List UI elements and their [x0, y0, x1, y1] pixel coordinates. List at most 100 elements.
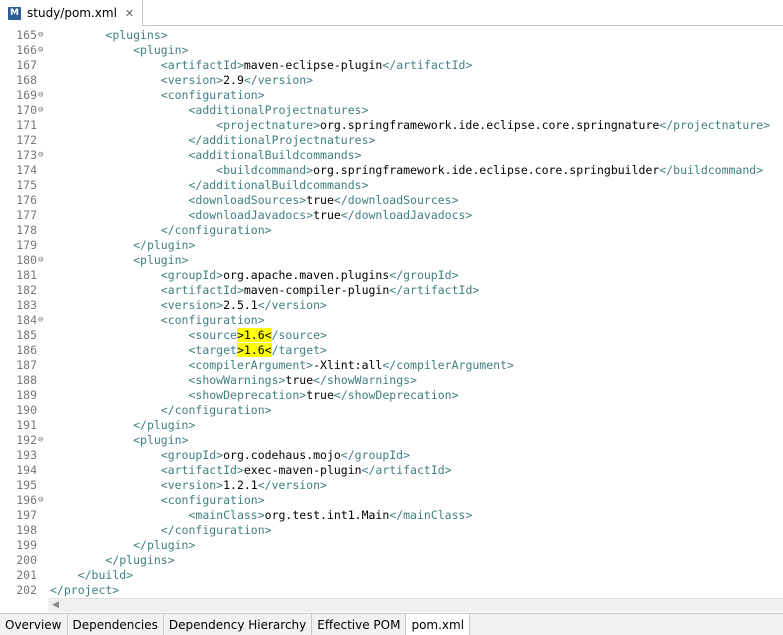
code-line[interactable]: 182 <artifactId>maven-compiler-plugin</a…: [0, 283, 783, 298]
code-line[interactable]: 196 ⊖ <configuration>: [0, 493, 783, 508]
close-icon[interactable]: ✕: [125, 7, 134, 20]
code-line[interactable]: 183 <version>2.5.1</version>: [0, 298, 783, 313]
code-line[interactable]: 167 <artifactId>maven-eclipse-plugin</ar…: [0, 58, 783, 73]
code-line[interactable]: 186 <target>1.6</target>: [0, 343, 783, 358]
fold-toggle-icon[interactable]: ⊖: [38, 493, 48, 508]
tab-dependency-hierarchy[interactable]: Dependency Hierarchy: [164, 614, 313, 635]
fold-toggle-icon[interactable]: ⊖: [38, 28, 48, 43]
xml-tag: </version>: [243, 73, 314, 87]
code-line[interactable]: 184 ⊖ <configuration>: [0, 313, 783, 328]
code-line[interactable]: 190 </configuration>: [0, 403, 783, 418]
code-line[interactable]: 181 <groupId>org.apache.maven.plugins</g…: [0, 268, 783, 283]
code-line[interactable]: 173 ⊖ <additionalBuildcommands>: [0, 148, 783, 163]
tab-pom-xml[interactable]: pom.xml: [406, 614, 471, 635]
code-text: <version>1.2.1</version>: [50, 478, 327, 493]
code-line[interactable]: 176 <downloadSources>true</downloadSourc…: [0, 193, 783, 208]
code-text: <artifactId>maven-compiler-plugin</artif…: [50, 283, 480, 298]
code-line[interactable]: 171 <projectnature>org.springframework.i…: [0, 118, 783, 133]
line-number: 184: [16, 313, 37, 327]
code-line[interactable]: 180 ⊖ <plugin>: [0, 253, 783, 268]
xml-tag: <plugin>: [133, 43, 189, 57]
xml-tag: <artifactId>: [160, 463, 244, 477]
xml-value: true: [285, 373, 314, 387]
code-line[interactable]: 170 ⊖ <additionalProjectnatures>: [0, 103, 783, 118]
xml-tag: </additionalBuildcommands>: [188, 178, 369, 192]
code-line[interactable]: 191 </plugin>: [0, 418, 783, 433]
editor-tab-pom[interactable]: M study/pom.xml ✕: [0, 0, 144, 26]
fold-toggle-icon[interactable]: ⊖: [38, 313, 48, 328]
code-line[interactable]: 177 <downloadJavadocs>true</downloadJava…: [0, 208, 783, 223]
code-line[interactable]: 194 <artifactId>exec-maven-plugin</artif…: [0, 463, 783, 478]
fold-toggle-icon[interactable]: ⊖: [38, 43, 48, 58]
code-line[interactable]: 178 </configuration>: [0, 223, 783, 238]
code-line[interactable]: 197 <mainClass>org.test.int1.Main</mainC…: [0, 508, 783, 523]
tab-effective-pom[interactable]: Effective POM: [312, 614, 407, 635]
fold-toggle-icon[interactable]: ⊖: [38, 433, 48, 448]
horizontal-scrollbar[interactable]: ◀: [48, 598, 783, 612]
code-line[interactable]: 188 <showWarnings>true</showWarnings>: [0, 373, 783, 388]
code-line[interactable]: 168 <version>2.9</version>: [0, 73, 783, 88]
code-text: <groupId>org.apache.maven.plugins</group…: [50, 268, 459, 283]
fold-toggle-icon[interactable]: ⊖: [38, 103, 48, 118]
code-text: </additionalBuildcommands>: [50, 178, 369, 193]
code-line[interactable]: 172 </additionalProjectnatures>: [0, 133, 783, 148]
xml-tag: <downloadSources>: [188, 193, 307, 207]
xml-tag: </compilerArgument>: [382, 358, 514, 372]
code-line[interactable]: 201 </build>: [0, 568, 783, 583]
xml-value: maven-eclipse-plugin: [243, 58, 383, 72]
code-text: <showWarnings>true</showWarnings>: [50, 373, 417, 388]
line-number: 175: [16, 178, 37, 192]
code-line[interactable]: 166 ⊖ <plugin>: [0, 43, 783, 58]
code-line[interactable]: 189 <showDeprecation>true</showDeprecati…: [0, 388, 783, 403]
xml-tag: <buildcommand>: [216, 163, 314, 177]
line-number: 189: [16, 388, 37, 402]
xml-tag: <plugin>: [133, 433, 189, 447]
editor-tab-bar: M study/pom.xml ✕: [0, 0, 783, 26]
code-line[interactable]: 192 ⊖ <plugin>: [0, 433, 783, 448]
code-line[interactable]: 169 ⊖ <configuration>: [0, 88, 783, 103]
code-text: <plugin>: [50, 433, 188, 448]
xml-tag: <artifactId>: [160, 58, 244, 72]
line-number: 171: [16, 118, 37, 132]
tab-overview[interactable]: Overview: [0, 614, 68, 635]
code-line[interactable]: 187 <compilerArgument>-Xlint:all</compil…: [0, 358, 783, 373]
code-text: <plugins>: [50, 28, 167, 43]
xml-value: true: [306, 388, 334, 402]
xml-tag: /target>: [271, 343, 327, 357]
xml-source-editor[interactable]: 165 ⊖ <plugins> 166 ⊖ <plugin> 167 <artifact…: [0, 27, 783, 597]
xml-value: org.springframework.ide.eclipse.core.spr…: [320, 118, 660, 132]
code-line[interactable]: 185 <source>1.6</source>: [0, 328, 783, 343]
xml-tag: <version>: [160, 73, 224, 87]
xml-tag: </showWarnings>: [313, 373, 417, 387]
code-text: </plugins>: [50, 553, 174, 568]
tab-dependencies[interactable]: Dependencies: [68, 614, 164, 635]
code-line[interactable]: 179 </plugin>: [0, 238, 783, 253]
xml-tag: </version>: [257, 478, 327, 492]
xml-tag: </build>: [77, 568, 134, 582]
code-line[interactable]: 199 </plugin>: [0, 538, 783, 553]
code-line[interactable]: 193 <groupId>org.codehaus.mojo</groupId>: [0, 448, 783, 463]
xml-tag: <artifactId>: [160, 283, 244, 297]
scroll-left-icon[interactable]: ◀: [52, 599, 59, 612]
line-number: 172: [16, 133, 37, 147]
xml-tag: </projectnature>: [659, 118, 771, 132]
code-line[interactable]: 198 </configuration>: [0, 523, 783, 538]
code-line[interactable]: 195 <version>1.2.1</version>: [0, 478, 783, 493]
line-number: 193: [16, 448, 37, 462]
line-number: 182: [16, 283, 37, 297]
xml-value: exec-maven-plugin: [243, 463, 362, 477]
fold-toggle-icon[interactable]: ⊖: [38, 253, 48, 268]
xml-value: org.test.int1.Main: [264, 508, 390, 522]
code-text: <target>1.6</target>: [50, 343, 327, 358]
editor-page-tabs: Overview Dependencies Dependency Hierarchy…: [0, 613, 783, 635]
code-line[interactable]: 202 </project>: [0, 583, 783, 598]
code-line[interactable]: 174 <buildcommand>org.springframework.id…: [0, 163, 783, 178]
fold-toggle-icon[interactable]: ⊖: [38, 148, 48, 163]
code-line[interactable]: 165 ⊖ <plugins>: [0, 28, 783, 43]
code-line[interactable]: 200 </plugins>: [0, 553, 783, 568]
code-line[interactable]: 175 </additionalBuildcommands>: [0, 178, 783, 193]
fold-toggle-icon[interactable]: ⊖: [38, 88, 48, 103]
xml-tag: </configuration>: [160, 223, 272, 237]
xml-tag: <additionalBuildcommands>: [188, 148, 362, 162]
xml-tag: <groupId>: [160, 448, 224, 462]
